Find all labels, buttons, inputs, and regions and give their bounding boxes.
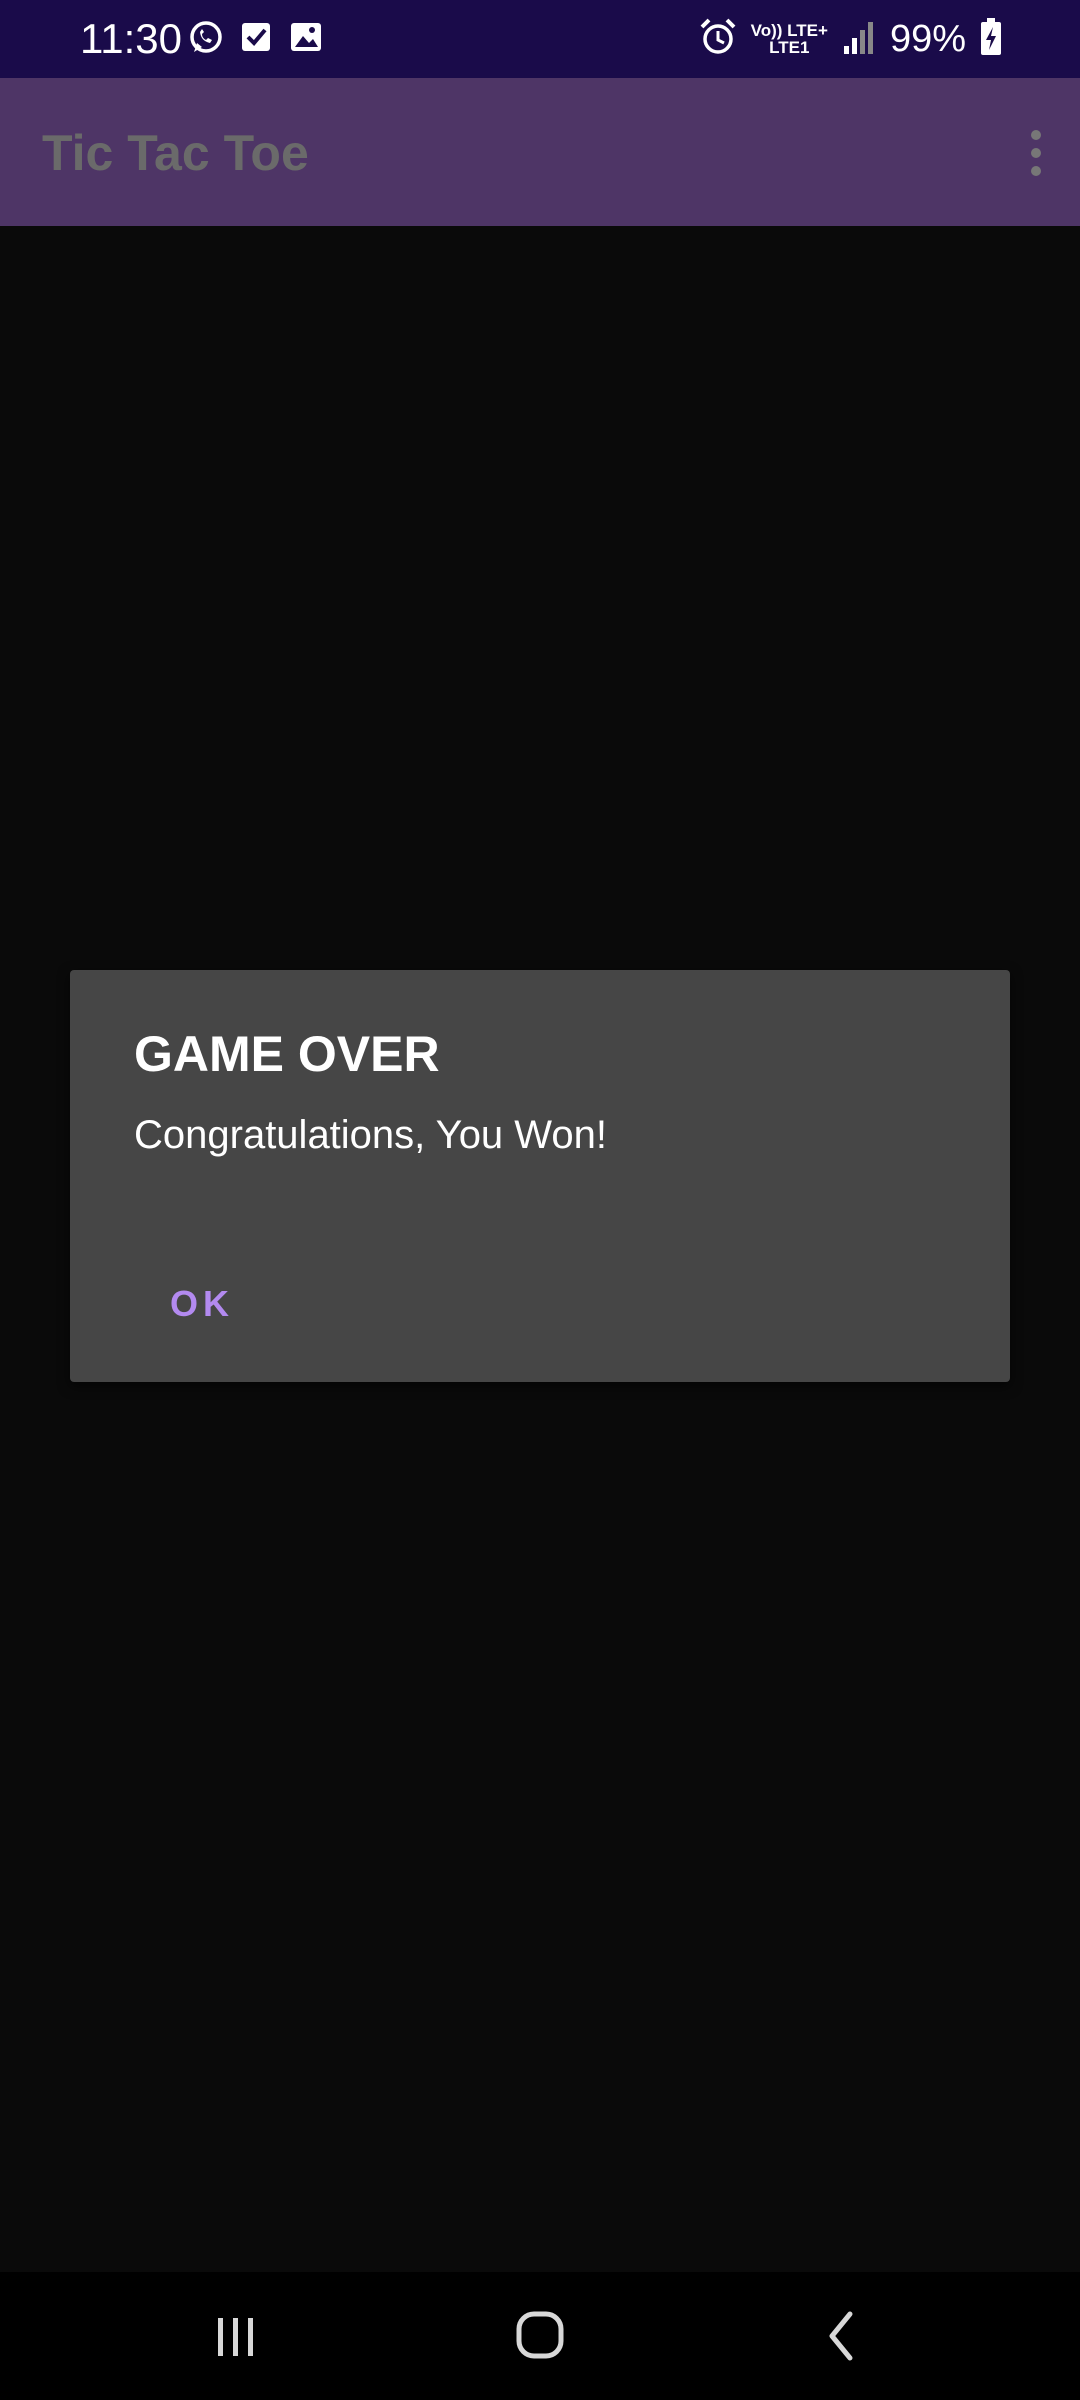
- notification-icons: [188, 18, 324, 56]
- status-bar: 11:30 Vo)) LTE+ LTE1 99%: [0, 0, 1080, 78]
- status-time: 11:30: [80, 15, 182, 62]
- back-icon[interactable]: [802, 2300, 882, 2372]
- screen: 11:30 Vo)) LTE+ LTE1 99% Tic Tac Toe GAM…: [0, 0, 1080, 2400]
- overflow-menu-icon[interactable]: [1014, 126, 1058, 180]
- network-top: Vo)) LTE+: [750, 21, 828, 40]
- home-icon[interactable]: [500, 2300, 580, 2372]
- dialog-message: Congratulations, You Won!: [134, 1113, 607, 1157]
- recents-icon[interactable]: [196, 2300, 276, 2372]
- whatsapp-icon: [188, 18, 224, 56]
- app-title: Tic Tac Toe: [42, 125, 309, 181]
- network-bottom: LTE1: [769, 38, 810, 57]
- checkbox-icon: [238, 18, 274, 56]
- game-over-dialog: GAME OVER Congratulations, You Won! OK: [70, 970, 1010, 1382]
- signal-icon: [842, 18, 876, 61]
- alarm-icon: [699, 17, 737, 62]
- navigation-bar: [0, 2272, 1080, 2400]
- network-label: Vo)) LTE+ LTE1: [751, 22, 828, 56]
- app-bar: Tic Tac Toe: [0, 78, 1080, 226]
- dialog-title: GAME OVER: [134, 1026, 440, 1082]
- ok-button[interactable]: OK: [164, 1282, 240, 1326]
- gallery-icon: [288, 18, 324, 56]
- status-right: Vo)) LTE+ LTE1 99%: [699, 14, 1002, 64]
- battery-charging-icon: [980, 17, 1002, 62]
- battery-percent: 99%: [889, 18, 966, 60]
